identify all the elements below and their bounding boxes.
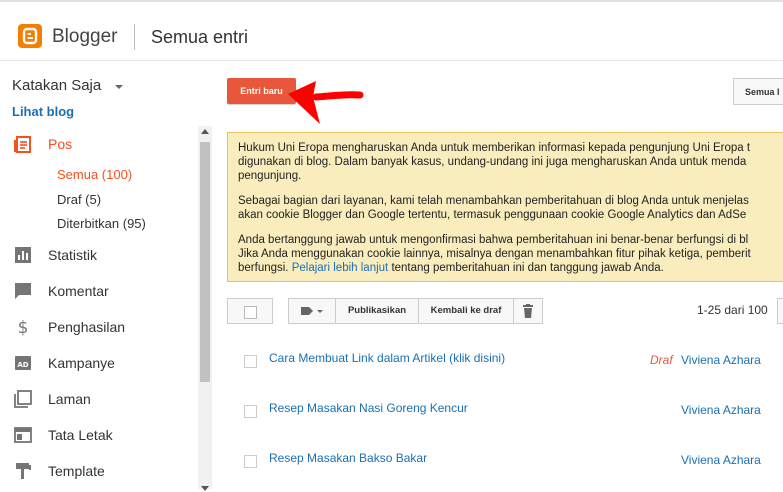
select-all-checkbox[interactable] [244,306,257,319]
post-title-link[interactable]: Resep Masakan Nasi Goreng Kencur [269,401,468,415]
blogger-logo-icon[interactable] [18,24,42,48]
notice-paragraph: Anda bertanggung jawab untuk mengonfirma… [238,233,783,275]
label-menu-button[interactable] [289,299,336,323]
posts-toolbar: Publikasikan Kembali ke draf 1-25 dari 1… [227,298,783,326]
blog-selector[interactable]: Katakan Saja [12,77,101,94]
sidebar-item-template[interactable]: Template [0,456,196,486]
brand-name[interactable]: Blogger [52,26,118,48]
sidebar-item-label: Tata Letak [48,427,113,443]
posts-icon [14,136,31,153]
next-page-button[interactable] [777,298,783,324]
post-checkbox[interactable] [244,455,257,468]
select-all-button[interactable] [227,298,273,324]
post-checkbox[interactable] [244,405,257,418]
bulk-action-group: Publikasikan Kembali ke draf [288,298,543,324]
notice-text: Hukum Uni Eropa mengharuskan Anda untuk … [238,142,751,154]
sidebar: Katakan Saja Lihat blog Pos Semua (100) … [0,61,213,491]
sidebar-item-label: Penghasilan [48,319,126,335]
sidebar-scrollbar[interactable] [198,126,212,491]
post-title-link[interactable]: Cara Membuat Link dalam Artikel (klik di… [269,351,505,365]
learn-more-link[interactable]: Pelajari lebih lanjut [292,262,389,274]
post-status: Draf [650,353,673,367]
notice-text: digunakan di blog. Dalam banyak kasus, u… [238,156,747,168]
stats-icon [15,247,31,263]
scroll-up-arrow-icon[interactable] [201,129,209,134]
post-row[interactable]: Cara Membuat Link dalam Artikel (klik di… [227,342,783,392]
template-icon [16,463,31,479]
notice-paragraph: Sebagai bagian dari layanan, kami telah … [238,194,783,222]
comment-icon [15,283,31,299]
post-checkbox[interactable] [244,355,257,368]
sidebar-item-label: Template [48,463,105,479]
ad-icon: AD [15,356,31,370]
all-posts-filter-button[interactable]: Semua l [733,78,783,105]
main-content: Entri baru Semua l Hukum Uni Eropa mengh… [213,61,783,489]
sidebar-subitem-drafts[interactable]: Draf (5) [57,192,101,207]
publish-button[interactable]: Publikasikan [336,299,419,323]
header-divider [134,24,135,50]
trash-icon [523,304,533,318]
sidebar-subitem-published[interactable]: Diterbitkan (95) [57,216,146,231]
notice-text: berfungsi. [238,262,292,274]
caret-down-icon[interactable] [115,85,123,89]
page-title: Semua entri [151,27,249,47]
sidebar-item-comments[interactable]: Komentar [0,276,196,306]
sidebar-item-label: Komentar [48,283,109,299]
notice-text: Jika Anda menggunakan cookie lainnya, mi… [238,248,751,260]
scroll-thumb[interactable] [200,142,210,382]
svg-text:AD: AD [17,361,28,369]
sidebar-item-campaigns[interactable]: AD Kampanye [0,348,196,378]
sidebar-item-pages[interactable]: Laman [0,384,196,414]
sidebar-item-earnings[interactable]: $ Penghasilan [0,312,196,342]
view-blog-link[interactable]: Lihat blog [12,104,74,119]
dollar-icon: $ [18,318,29,336]
pages-icon [14,390,32,408]
notice-paragraph: Hukum Uni Eropa mengharuskan Anda untuk … [238,141,783,183]
sidebar-item-label: Pos [48,136,73,152]
sidebar-subitem-all[interactable]: Semua (100) [57,167,132,182]
pagination-info: 1-25 dari 100 [697,303,768,317]
sidebar-item-label: Laman [48,391,91,407]
sidebar-item-label: Kampanye [48,355,115,371]
annotation-arrow-icon [288,81,364,124]
app-header: Blogger Semua entri [0,2,783,61]
post-row[interactable]: Resep Masakan Nasi Goreng Kencur Viviena… [227,392,783,442]
post-author-link[interactable]: Viviena Azhara [681,353,761,367]
delete-button[interactable] [514,299,542,323]
sidebar-item-layout[interactable]: Tata Letak [0,420,196,450]
notice-text: Sebagai bagian dari layanan, kami telah … [238,195,749,207]
notice-text: Anda bertanggung jawab untuk mengonfirma… [238,234,749,246]
eu-cookie-notice: Hukum Uni Eropa mengharuskan Anda untuk … [227,132,783,282]
post-title-link[interactable]: Resep Masakan Bakso Bakar [269,451,427,465]
post-author-link[interactable]: Viviena Azhara [681,403,761,417]
sidebar-item-label: Statistik [48,247,98,263]
post-author-link[interactable]: Viviena Azhara [681,453,761,467]
revert-to-draft-button[interactable]: Kembali ke draf [419,299,514,323]
notice-text: tentang pemberitahuan ini dan tanggung j… [388,262,664,274]
post-row[interactable]: Resep Masakan Bakso Bakar Viviena Azhara [227,442,783,492]
sidebar-item-stats[interactable]: Statistik [0,240,196,270]
label-icon [301,307,323,315]
svg-text:$: $ [18,318,29,336]
layout-icon [14,427,32,443]
notice-text: pengunjung. [238,170,302,182]
sidebar-item-posts[interactable]: Pos [0,129,196,159]
notice-text: akan cookie Blogger dan Google tertentu,… [238,209,747,221]
